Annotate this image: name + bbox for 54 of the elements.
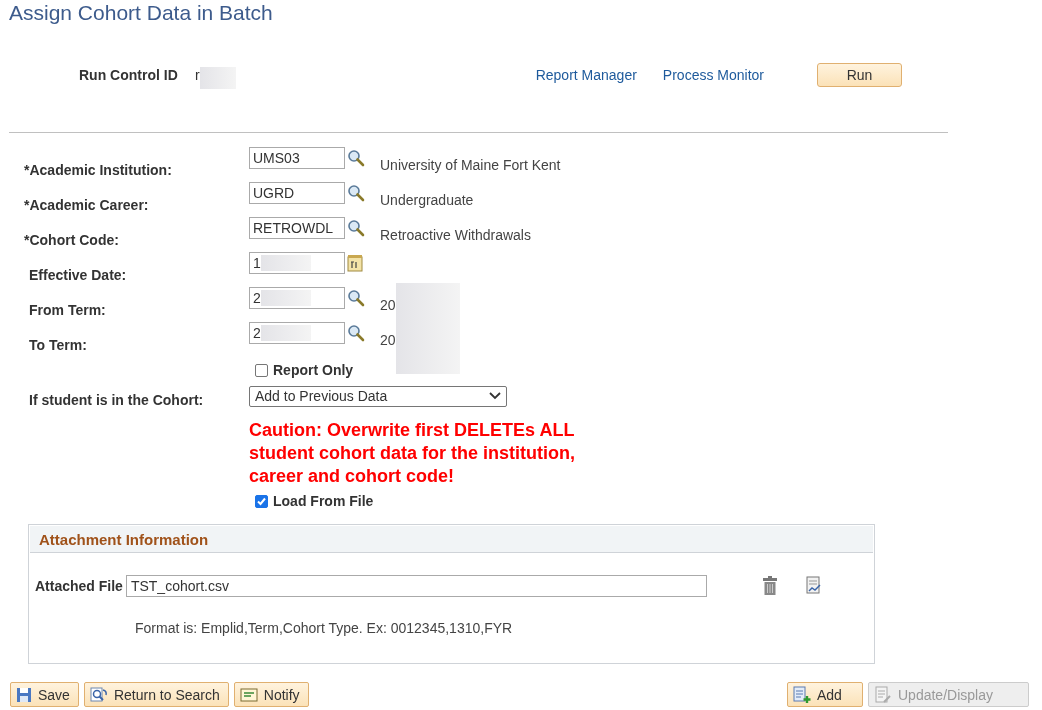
run-control-label: Run Control ID — [79, 67, 179, 83]
checkbox[interactable] — [255, 363, 268, 377]
format-note: Format is: Emplid,Term,Cohort Type. Ex: 0012345,1310,FYR — [135, 620, 514, 636]
chevron-down-icon — [489, 392, 501, 400]
run-control-value: r — [195, 67, 200, 83]
section-header: Attachment Information — [30, 526, 873, 553]
trash-icon[interactable] — [761, 576, 778, 596]
lookup-field[interactable]: UGRD — [249, 182, 345, 204]
redaction-block — [260, 290, 311, 306]
field-description: 20 — [380, 332, 396, 348]
search-button[interactable]: Return to Search — [83, 682, 229, 707]
field-label: *Cohort Code: — [24, 231, 120, 250]
field-label: *Academic Career: — [24, 196, 150, 215]
search-icon[interactable] — [347, 289, 365, 307]
search-icon[interactable] — [347, 324, 365, 342]
save-button[interactable]: Save — [10, 682, 79, 707]
lookup-field[interactable]: UMS03 — [249, 147, 345, 169]
redaction-block — [260, 325, 311, 341]
add-button[interactable]: Add — [787, 682, 863, 707]
notify-button[interactable]: Notify — [233, 682, 309, 707]
redaction-block — [260, 255, 311, 271]
lookup-field[interactable]: RETROWDL — [249, 217, 345, 239]
field-description: University of Maine Fort Kent — [380, 157, 561, 173]
search-icon[interactable] — [347, 184, 365, 202]
magnifier-icon — [89, 686, 108, 703]
file-field[interactable]: TST_cohort.csv — [125, 575, 707, 597]
field-label: *Academic Institution: — [24, 161, 173, 180]
checkbox-label: Report Only — [273, 362, 354, 378]
field-label: To Term: — [28, 336, 88, 355]
add-document-icon — [793, 685, 811, 704]
cohort-dropdown[interactable]: Add to Previous Data — [249, 385, 507, 407]
calendar-icon[interactable] — [347, 254, 363, 272]
search-icon[interactable] — [347, 219, 365, 237]
lookup-field[interactable]: 2 — [249, 287, 345, 309]
field-description: Retroactive Withdrawals — [380, 227, 531, 243]
note-icon — [239, 686, 258, 703]
date-field[interactable]: 1 — [249, 252, 345, 274]
checkbox-label: Load From File — [273, 493, 374, 509]
field-label: From Term: — [28, 301, 107, 320]
field-description: Undergraduate — [380, 192, 474, 208]
field-description: 20 — [380, 297, 396, 313]
redaction-block — [199, 67, 236, 89]
field-label: Effective Date: — [28, 266, 128, 285]
checkbox[interactable] — [255, 494, 268, 508]
caution-message: Caution: Overwrite first DELETEs ALL student cohort data for the institution, career and cohort code! — [249, 419, 576, 488]
search-icon[interactable] — [347, 149, 365, 167]
document-icon — [874, 685, 892, 704]
field-label: Attached File — [35, 578, 123, 594]
page-title: Assign Cohort Data in Batch — [9, 1, 274, 26]
link[interactable]: Process Monitor — [662, 67, 764, 83]
field-label: If student is in the Cohort: — [28, 391, 205, 409]
lookup-field[interactable]: 2 — [249, 322, 345, 344]
run-button[interactable]: Run — [817, 63, 902, 87]
link[interactable]: Report Manager — [535, 67, 637, 83]
